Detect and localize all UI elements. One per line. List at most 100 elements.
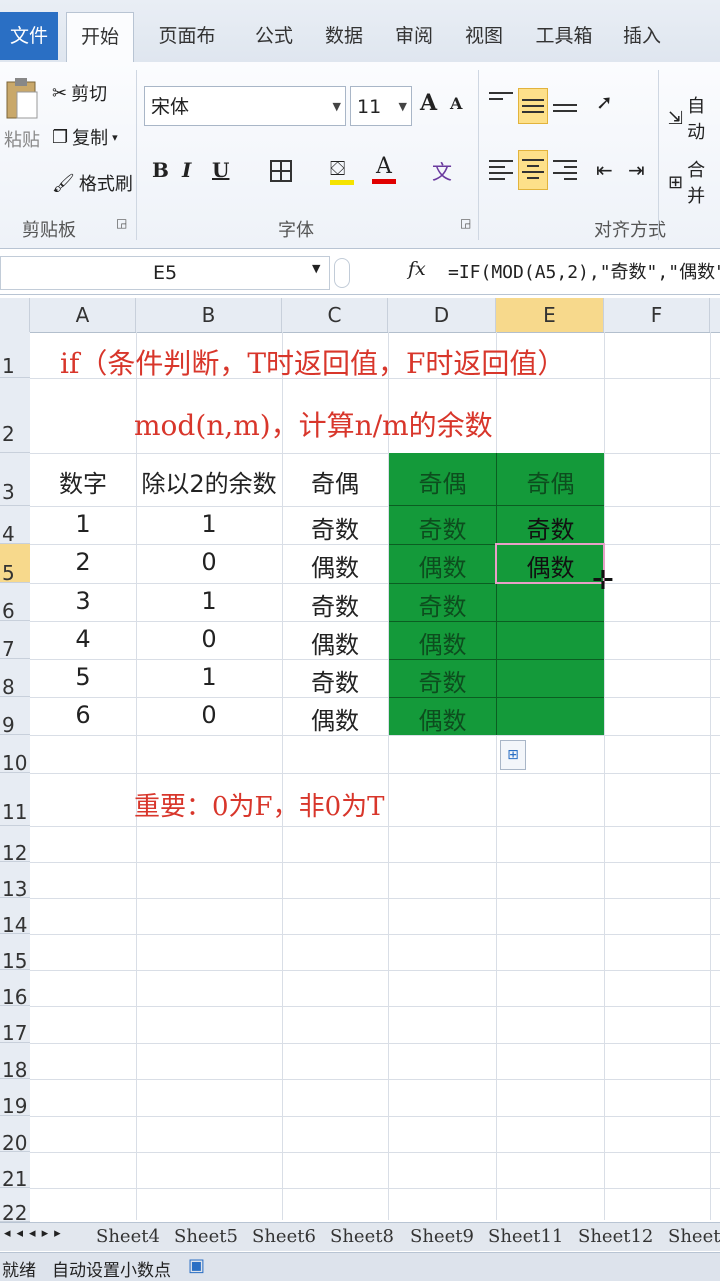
tab-data[interactable]: 数据 <box>322 12 366 60</box>
data-cell[interactable]: 6 <box>30 701 136 729</box>
row-header-10[interactable]: 10 <box>0 735 30 775</box>
header-parity-d[interactable]: 奇偶 <box>389 464 496 499</box>
data-cell[interactable]: 1 <box>136 663 282 691</box>
tab-view[interactable]: 视图 <box>462 12 506 60</box>
increase-indent-icon[interactable]: ⇥ <box>628 158 645 182</box>
formula-input[interactable]: =IF(MOD(A5,2),"奇数","偶数") <box>448 258 720 284</box>
grow-font-button[interactable]: A <box>420 90 437 116</box>
sheet-tab[interactable]: Sheet5 <box>174 1226 238 1247</box>
merge-button[interactable]: ⊞ 合并 <box>668 156 720 208</box>
data-cell[interactable]: 偶数 <box>282 701 388 736</box>
orientation-icon[interactable]: ➚ <box>596 90 613 114</box>
tab-review[interactable]: 审阅 <box>392 12 436 60</box>
data-cell[interactable]: 奇数 <box>497 510 604 545</box>
sheet-nav-arrows-icon[interactable]: ◂◂◂▸▸ <box>4 1226 67 1241</box>
data-cell[interactable]: 偶数 <box>389 701 496 736</box>
phonetic-icon[interactable]: 文 <box>432 156 452 185</box>
data-cell[interactable]: 奇数 <box>389 510 496 545</box>
row-header-2[interactable]: 2 <box>0 378 30 453</box>
font-size-select[interactable]: 11 ▼ <box>350 86 412 126</box>
data-cell[interactable]: 3 <box>30 587 136 615</box>
data-cell[interactable]: 1 <box>136 587 282 615</box>
autofill-options-icon[interactable]: ⊞ <box>500 740 526 770</box>
data-cell[interactable]: 偶数 <box>389 548 496 583</box>
insert-function-button[interactable]: fx <box>408 258 426 280</box>
row-header-19[interactable]: 19 <box>0 1079 30 1118</box>
select-all-corner[interactable] <box>0 298 30 332</box>
align-bottom-icon[interactable] <box>550 92 580 122</box>
align-left-icon[interactable] <box>486 156 516 186</box>
font-name-select[interactable]: 宋体 ▼ <box>144 86 346 126</box>
row-header-20[interactable]: 20 <box>0 1116 30 1155</box>
sheet-tab[interactable]: Sheet4 <box>96 1226 160 1247</box>
note-if[interactable]: if（条件判断，T时返回值，F时返回值） <box>60 342 565 382</box>
tab-home[interactable]: 开始 <box>66 12 134 63</box>
row-header-18[interactable]: 18 <box>0 1043 30 1082</box>
shrink-font-button[interactable]: A <box>450 94 462 113</box>
data-cell[interactable]: 2 <box>30 548 136 576</box>
format-painter-button[interactable]: 🖌 格式刷 <box>52 170 133 196</box>
tab-toolbox[interactable]: 工具箱 <box>532 12 596 60</box>
row-header-12[interactable]: 12 <box>0 826 30 865</box>
data-cell[interactable]: 偶数 <box>389 625 496 660</box>
wrap-text-button[interactable]: ⇲ 自动 <box>668 92 720 144</box>
data-cell[interactable]: 5 <box>30 663 136 691</box>
note-mod[interactable]: mod(n,m)，计算n/m的余数 <box>134 404 493 444</box>
column-header-c[interactable]: C <box>282 298 388 332</box>
italic-button[interactable]: I <box>182 158 191 182</box>
row-header-11[interactable]: 11 <box>0 773 30 826</box>
sheet-tab[interactable]: Sheet8 <box>330 1226 394 1247</box>
row-header-16[interactable]: 16 <box>0 970 30 1009</box>
copy-button[interactable]: ❐ 复制 ▾ <box>52 124 118 150</box>
data-cell[interactable]: 0 <box>136 548 282 576</box>
data-cell[interactable]: 偶数 <box>282 625 388 660</box>
name-box-dropdown-icon[interactable]: ▼ <box>312 262 320 275</box>
row-header-4[interactable]: 4 <box>0 506 30 546</box>
data-cell[interactable]: 4 <box>30 625 136 653</box>
sheet-tab[interactable]: Sheet11 <box>488 1226 563 1247</box>
tab-page-layout[interactable]: 页面布局 <box>150 12 224 95</box>
sheet-tab[interactable]: Sheet6 <box>252 1226 316 1247</box>
bold-button[interactable]: B <box>152 158 169 182</box>
column-header-e[interactable]: E <box>496 298 604 332</box>
row-header-14[interactable]: 14 <box>0 898 30 937</box>
sheet-tab[interactable]: Sheet1 <box>668 1226 720 1247</box>
data-cell[interactable]: 奇数 <box>389 587 496 622</box>
tab-formulas[interactable]: 公式 <box>252 12 296 60</box>
cut-button[interactable]: ✂ 剪切 <box>52 80 107 106</box>
tab-insert[interactable]: 插入 <box>620 12 664 60</box>
underline-button[interactable]: U <box>212 158 229 182</box>
column-header-a[interactable]: A <box>30 298 136 332</box>
border-icon[interactable] <box>270 160 292 182</box>
name-box[interactable]: E5 <box>0 256 330 290</box>
data-cell[interactable]: 1 <box>30 510 136 538</box>
row-header-8[interactable]: 8 <box>0 659 30 699</box>
sheet-tab[interactable]: Sheet9 <box>410 1226 474 1247</box>
decrease-indent-icon[interactable]: ⇤ <box>596 158 613 182</box>
row-header-1[interactable]: 1 <box>0 332 30 378</box>
paste-button[interactable]: 粘贴 <box>0 76 44 152</box>
header-parity-e[interactable]: 奇偶 <box>497 464 604 499</box>
align-middle-icon[interactable] <box>518 88 548 124</box>
data-cell[interactable]: 奇数 <box>282 587 388 622</box>
data-cell[interactable]: 0 <box>136 625 282 653</box>
font-color-icon[interactable]: A <box>372 154 396 186</box>
formula-bar-handle[interactable] <box>334 258 350 288</box>
data-cell[interactable]: 奇数 <box>282 510 388 545</box>
row-header-5[interactable]: 5 <box>0 544 30 585</box>
row-header-21[interactable]: 21 <box>0 1152 30 1191</box>
header-remainder[interactable]: 除以2的余数 <box>136 464 282 499</box>
fill-color-icon[interactable]: ⛋ <box>330 156 354 186</box>
row-header-17[interactable]: 17 <box>0 1006 30 1045</box>
row-header-7[interactable]: 7 <box>0 621 30 661</box>
column-header-f[interactable]: F <box>604 298 710 332</box>
row-header-9[interactable]: 9 <box>0 697 30 737</box>
active-cell-e5[interactable] <box>495 543 605 584</box>
header-parity-c[interactable]: 奇偶 <box>282 464 388 499</box>
column-header-d[interactable]: D <box>388 298 496 332</box>
data-cell[interactable]: 0 <box>136 701 282 729</box>
font-launcher-icon[interactable]: ◲ <box>460 216 471 230</box>
data-cell[interactable]: 偶数 <box>282 548 388 583</box>
align-right-icon[interactable] <box>550 156 580 186</box>
row-header-15[interactable]: 15 <box>0 934 30 973</box>
